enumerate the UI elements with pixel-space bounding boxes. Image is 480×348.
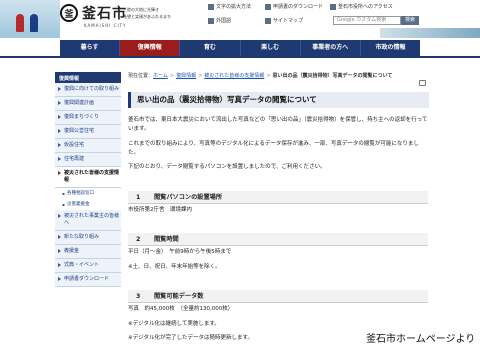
nav-underline — [0, 56, 480, 58]
breadcrumb-home[interactable]: ホーム — [153, 73, 168, 79]
intro-paragraph-1: 釜石市では、東日本大震災において流出した写真などの「思い出の品」（震災拾得物）を… — [128, 117, 428, 132]
chevron-right-icon: > — [169, 73, 175, 79]
search-button[interactable]: 検索 — [401, 16, 419, 25]
global-nav: 暮らす 復興情報 育む 楽しむ 事業者の方へ 市政の情報 — [60, 40, 420, 56]
rugby-player-blue — [30, 14, 38, 32]
sidebar: 復興情報 復興に向けての取り組み 復興関連計画 復興まちづくり 復興公営住宅 仮… — [55, 72, 121, 287]
breadcrumb-support[interactable]: 被災された皆様の支援情報 — [204, 73, 264, 79]
intro-paragraph-2: これまでの取り組みにより、写真等のデジタル化によるデータ保存が進み、一部、写真デ… — [128, 141, 419, 156]
section-3-line-2: ※デジタル化は継続して実施します。 — [128, 321, 220, 327]
sidebar-item-temporary-housing[interactable]: 仮設住宅 — [55, 139, 121, 153]
city-logo-icon[interactable]: 釜 — [60, 4, 78, 22]
square-icon — [265, 17, 271, 24]
sidebar-subitem-consultation[interactable]: 各種相談窓口 — [55, 188, 121, 199]
util-link-sitemap[interactable]: サイトマップ — [265, 17, 303, 24]
source-caption: 釜石市ホームページより — [366, 334, 476, 345]
sidebar-item-public-housing[interactable]: 復興公営住宅 — [55, 125, 121, 139]
square-icon — [208, 17, 214, 24]
rugby-player-red — [16, 14, 24, 32]
util-link-download[interactable]: 申請書のダウンロード — [265, 3, 323, 10]
section-2-line-2: ※土、日、祝日、年末年始等を除く。 — [128, 264, 221, 270]
breadcrumb-current: 思い出の品（震災拾得物）写真データの閲覧について — [272, 73, 393, 79]
sidebar-heading: 復興情報 — [55, 72, 121, 83]
site-name-en: KAMAISHI CITY — [84, 23, 127, 28]
section-1-line-1: 市役所第2庁舎 環境課内 — [128, 207, 193, 213]
chevron-right-icon: > — [266, 73, 271, 79]
sidebar-item-business-owners[interactable]: 被災された事業主の皆様へ — [55, 210, 121, 231]
sidebar-item-town-planning[interactable]: 復興まちづくり — [55, 111, 121, 125]
chevron-right-icon: > — [198, 73, 203, 79]
sidebar-item-plans[interactable]: 復興関連計画 — [55, 97, 121, 111]
nav-item-business[interactable]: 事業者の方へ — [301, 40, 361, 56]
site-name[interactable]: 釜石市 — [82, 3, 127, 23]
sidebar-item-relief-fund[interactable]: 義援金 — [55, 245, 121, 259]
sidebar-item-forms[interactable]: 申請書ダウンロード — [55, 273, 121, 287]
section-heading-3: 3 閲覧可能データ数 — [128, 290, 428, 303]
nav-item-recovery[interactable]: 復興情報 — [120, 40, 181, 56]
search-input[interactable]: Google カスタム検索 — [333, 16, 401, 25]
sidebar-item-new-initiatives[interactable]: 新たな取り組み — [55, 231, 121, 245]
section-3-line-1: 写真 約45,000枚 （全量約130,000枚） — [128, 306, 234, 312]
sidebar-item-efforts[interactable]: 復興に向けての取り組み — [55, 83, 121, 97]
square-icon — [208, 3, 214, 10]
coastline-image — [380, 28, 480, 38]
site-header: 釜 釜石市 KAMAISHI CITY 三陸の大地に光輝き 希望と笑顔があふれる… — [0, 0, 480, 38]
sidebar-item-housing-rebuild[interactable]: 住宅再建 — [55, 153, 121, 167]
page-title: 思い出の品（震災拾得物）写真データの閲覧について — [128, 92, 429, 108]
print-icon[interactable] — [419, 80, 426, 86]
square-icon — [265, 3, 271, 10]
intro-paragraph-3: 下記のとおり、データ閲覧するパソコンを設置しましたので、ご利用ください。 — [128, 164, 326, 170]
breadcrumb: 現在位置：ホーム > 復興情報 > 被災された皆様の支援情報 > 思い出の品（震災拾得物）写… — [128, 73, 393, 79]
rugby-players-image — [0, 0, 60, 38]
square-icon — [330, 3, 336, 10]
sidebar-item-victim-support[interactable]: 被災された皆様の支援情報 — [55, 167, 121, 188]
sidebar-subitem-donations[interactable]: 災害義援金 — [55, 199, 121, 210]
util-link-access[interactable]: 釜石市役所へのアクセス — [330, 3, 393, 10]
nav-item-city-info[interactable]: 市政の情報 — [361, 40, 420, 56]
section-heading-1: 1 閲覧パソコンの設置場所 — [128, 191, 428, 204]
util-link-fontsize[interactable]: 文字の拡大方法 — [208, 3, 251, 10]
tagline: 三陸の大地に光輝き 希望と笑顔があふれるまち — [123, 7, 171, 19]
section-heading-2: 2 閲覧時間 — [128, 233, 428, 246]
nav-item-living[interactable]: 暮らす — [60, 40, 121, 56]
nav-item-enjoy[interactable]: 楽しむ — [241, 40, 301, 56]
breadcrumb-recovery[interactable]: 復興情報 — [176, 73, 196, 79]
section-2-line-1: 平日（月～金） 午前9時から午後5時まで — [128, 249, 232, 255]
nav-item-nurture[interactable]: 育む — [180, 40, 241, 56]
sidebar-item-events[interactable]: 式典・イベント — [55, 259, 121, 273]
util-link-foreign[interactable]: 外国語 — [208, 17, 231, 24]
